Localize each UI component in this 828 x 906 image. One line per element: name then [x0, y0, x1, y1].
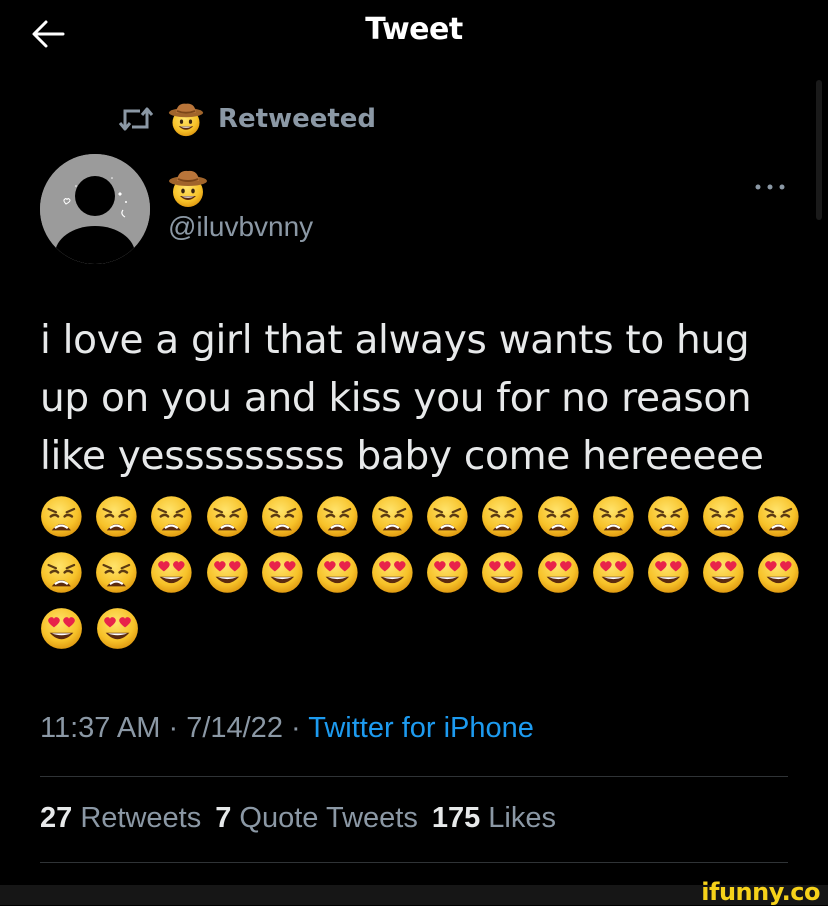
quote-tweets-stat[interactable]: 7 Quote Tweets: [215, 802, 418, 835]
weary-face-emoji: [537, 495, 580, 538]
emoji-row: [40, 488, 800, 544]
divider: [40, 862, 788, 863]
retweets-count: 27: [40, 802, 73, 834]
weary-face-emoji: [371, 495, 414, 538]
heart-eyes-emoji: [261, 551, 304, 594]
weary-face-emoji: [95, 495, 138, 538]
heart-eyes-emoji: [481, 551, 524, 594]
weary-face-emoji: [647, 495, 690, 538]
heart-eyes-emoji: [316, 551, 359, 594]
user-handle[interactable]: @iluvbvnny: [168, 211, 313, 243]
avatar-image: [40, 154, 150, 264]
ifunny-watermark: ifunny.co: [701, 878, 820, 906]
heart-eyes-emoji: [537, 551, 580, 594]
weary-face-emoji: [40, 495, 83, 538]
weary-face-emoji: [261, 495, 304, 538]
tweet-text-line: up on you and kiss you for no reason: [40, 376, 752, 421]
weary-face-emoji: [592, 495, 635, 538]
heart-eyes-emoji: [757, 551, 800, 594]
divider: [40, 776, 788, 777]
quote-tweets-label: Quote Tweets: [239, 802, 418, 834]
tweet-date: 7/14/22: [186, 712, 283, 744]
tweet-text-line: like yesssssssss baby come hereeeee: [40, 434, 764, 479]
likes-stat[interactable]: 175 Likes: [432, 802, 556, 835]
page-title: Tweet: [365, 12, 463, 47]
retweets-stat[interactable]: 27 Retweets: [40, 802, 201, 835]
avatar[interactable]: [40, 154, 150, 264]
retweets-label: Retweets: [80, 802, 202, 834]
tweet-emoji-block: [40, 488, 800, 656]
scrollbar[interactable]: [816, 80, 822, 220]
weary-face-emoji: [426, 495, 469, 538]
more-icon: [755, 184, 785, 190]
emoji-row: [40, 600, 800, 656]
retweet-context[interactable]: Retweeted: [118, 100, 376, 138]
tweet-source-link[interactable]: Twitter for iPhone: [308, 712, 534, 744]
weary-face-emoji: [481, 495, 524, 538]
heart-eyes-emoji: [206, 551, 249, 594]
tweet-stats: 27 Retweets 7 Quote Tweets 175 Likes: [40, 802, 556, 835]
weary-face-emoji: [702, 495, 745, 538]
heart-eyes-emoji: [647, 551, 690, 594]
weary-face-emoji: [150, 495, 193, 538]
weary-face-emoji: [95, 551, 138, 594]
tweet-text: i love a girl that always wants to hug u…: [40, 312, 800, 486]
likes-count: 175: [431, 802, 481, 834]
weary-face-emoji: [316, 495, 359, 538]
tweet-text-line: i love a girl that always wants to hug: [40, 318, 750, 363]
weary-face-emoji: [757, 495, 800, 538]
more-options-button[interactable]: [748, 172, 792, 202]
likes-label: Likes: [488, 802, 556, 834]
emoji-row: [40, 544, 800, 600]
retweeted-label: Retweeted: [218, 104, 377, 134]
heart-eyes-emoji: [702, 551, 745, 594]
heart-eyes-emoji: [426, 551, 469, 594]
cowboy-hat-face-emoji[interactable]: [168, 168, 208, 208]
heart-eyes-emoji: [371, 551, 414, 594]
retweet-icon: [118, 107, 154, 131]
heart-eyes-emoji: [40, 607, 83, 650]
heart-eyes-emoji: [96, 607, 139, 650]
cowboy-hat-face-emoji: [168, 101, 204, 137]
weary-face-emoji: [40, 551, 83, 594]
top-bar: Tweet: [0, 0, 828, 70]
heart-eyes-emoji: [150, 551, 193, 594]
quote-tweets-count: 7: [215, 802, 232, 834]
meta-separator: ·: [168, 712, 179, 744]
meta-separator: ·: [291, 712, 301, 744]
tweet-time: 11:37 AM: [40, 712, 161, 744]
heart-eyes-emoji: [592, 551, 635, 594]
weary-face-emoji: [206, 495, 249, 538]
tweet-meta: 11:37 AM · 7/14/22 · Twitter for iPhone: [40, 712, 534, 745]
